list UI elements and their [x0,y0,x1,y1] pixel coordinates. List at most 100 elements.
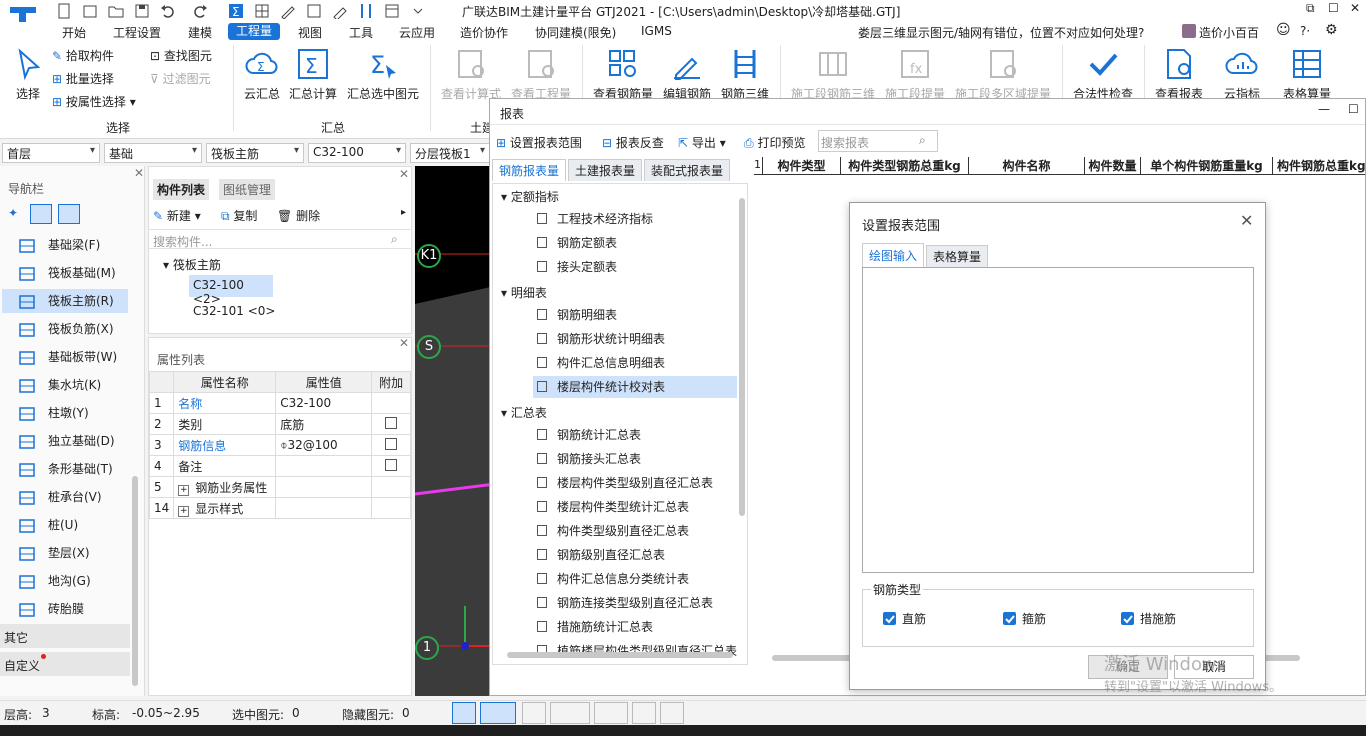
nav-item[interactable]: 独立基础(D) [18,429,115,453]
report-item[interactable]: 楼层构件类型统计汇总表 [533,496,693,518]
close-icon[interactable]: ✕ [399,336,409,350]
search-icon[interactable]: ⌕ [919,133,926,148]
ortho-toggle-icon[interactable] [452,702,476,724]
checkbox-checked-icon[interactable] [883,612,896,625]
nav-view-toggle[interactable]: ✦ [6,204,82,224]
report-item[interactable]: 工程技术经济指标 [533,208,657,230]
table-icon[interactable] [384,3,400,19]
menu-quantity[interactable]: 工程量 [228,23,281,40]
cloud-sum-button[interactable]: Σ 云汇总 [242,47,282,102]
set-range-button[interactable]: ⊞ 设置报表范围 [496,134,582,151]
tab-component-list[interactable]: 构件列表 [153,179,210,200]
tree-group[interactable]: ▾ 定额指标 [501,188,559,205]
nav-item[interactable]: 基础板带(W) [18,345,117,369]
grid-icon[interactable] [254,3,270,19]
sum-calc-button[interactable]: Σ 汇总计算 [288,47,338,102]
prop-value[interactable]: C32-100 [275,392,373,414]
component-select[interactable]: C32-100 [308,143,406,163]
tab-drawing-manage[interactable]: 图纸管理 [219,179,276,200]
tab-prefab-report[interactable]: 装配式报表量 [644,159,731,181]
table-row[interactable]: 5 + 钢筋业务属性 [148,476,411,498]
new-file-icon[interactable] [56,3,72,19]
report-item[interactable]: 楼层构件类型级别直径汇总表 [533,472,717,494]
notice-text[interactable]: 娄层三维显示图元/轴网有错位，位置不对应如何处理? [858,24,1144,41]
menu-modeling[interactable]: 建模 [188,24,212,41]
floor-select[interactable]: 首层 [2,143,100,163]
table-row[interactable]: 3 钢筋信息 ⌽32@100 [148,434,411,456]
nav-item[interactable]: 桩(U) [18,513,78,537]
calc-icon[interactable] [306,3,322,19]
delete-button[interactable]: 🗑 删除 [277,207,320,224]
report-item[interactable]: 钢筋级别直径汇总表 [533,544,669,566]
prop-name[interactable]: + 钢筋业务属性 [173,476,277,498]
rebar-icon[interactable] [358,3,374,19]
offset-toggle-icon[interactable] [594,702,628,724]
select-button[interactable]: 选择 [12,47,44,102]
menu-igms[interactable]: IGMS [641,24,672,38]
batch-select-button[interactable]: ⊞ 批量选择 [52,70,114,87]
report-item[interactable]: 接头定额表 [533,256,621,278]
find-element-button[interactable]: ⊡ 查找图元 [150,47,212,64]
cloud-index-button[interactable]: 云指标 [1222,47,1262,102]
prop-checkbox[interactable] [371,413,411,435]
pick-component-button[interactable]: ✎ 拾取构件 [52,47,114,64]
report-item[interactable]: 钢筋接头汇总表 [533,448,645,470]
more-icon[interactable]: ▸ [401,207,406,218]
tree-group[interactable]: ▾ 汇总表 [501,404,547,421]
tab-draw-input[interactable]: 绘图输入 [862,243,925,267]
type-select[interactable]: 筏板主筋 [206,143,304,163]
close-icon[interactable]: ✕ [1240,211,1253,230]
pin-icon[interactable]: ✦ [8,206,18,220]
search-icon[interactable]: ⌕ [391,232,398,247]
restore-button[interactable]: ⧉ [1306,1,1315,16]
report-item[interactable]: 钢筋形状统计明细表 [533,328,669,350]
legality-check-button[interactable]: 合法性检查 [1072,47,1134,102]
table-row[interactable]: 1 名称 C32-100 [148,392,411,414]
nav-section-custom[interactable]: 自定义 [0,652,130,676]
save-icon[interactable] [134,3,150,19]
menu-project-settings[interactable]: 工程设置 [113,24,161,41]
table-row[interactable]: 14 + 显示样式 [148,497,411,519]
menu-view[interactable]: 视图 [298,24,322,41]
layer-toggle-icon[interactable] [632,702,656,724]
list-view-icon[interactable] [30,204,52,224]
menu-cloud[interactable]: 云应用 [399,24,435,41]
report-search[interactable]: 搜索报表 ⌕ [818,130,938,152]
user-name[interactable]: 造价小百百 [1199,24,1259,41]
table-row[interactable]: 4 备注 [148,455,411,477]
report-item[interactable]: 植筋楼层构件类型级别直径汇总表 [533,640,741,662]
chat-icon[interactable]: ☺ [1276,22,1291,38]
folder-icon[interactable] [108,3,124,19]
tree-hscrollbar[interactable] [507,652,733,658]
cancel-button[interactable]: 取消 [1174,655,1254,679]
detail-view-icon[interactable] [58,204,80,224]
nav-item[interactable]: 地沟(G) [18,569,91,593]
nav-item[interactable]: 筏板基础(M) [18,261,116,285]
nav-scrollbar[interactable] [132,476,138,686]
component-item-selected[interactable]: C32-100 <2> [189,275,273,306]
report-item[interactable]: 楼层构件统计校对表 [533,376,737,398]
nav-item[interactable]: 砖胎膜 [18,597,84,621]
search-input[interactable]: 搜索构件... [153,233,212,250]
open-file-icon[interactable] [82,3,98,19]
expand-icon[interactable]: + [178,505,190,517]
tree-group[interactable]: ▾ 明细表 [501,284,547,301]
category-select[interactable]: 基础 [104,143,202,163]
check-straight[interactable]: 直筋 [883,610,926,627]
select-by-attr-button[interactable]: ⊞ 按属性选择 ▾ [52,93,136,110]
report-item[interactable]: 钢筋明细表 [533,304,621,326]
nav-item[interactable]: 垫层(X) [18,541,90,565]
nav-item[interactable]: 条形基础(T) [18,457,113,481]
check-measure[interactable]: 措施筋 [1121,610,1176,627]
axis-label[interactable]: S [417,335,441,359]
draw-icon[interactable] [280,3,296,19]
nav-item[interactable]: 筏板主筋(R) [2,289,128,313]
report-lookup-button[interactable]: ⊟ 报表反查 [602,134,664,151]
prop-name[interactable]: + 显示样式 [173,497,277,519]
report-item[interactable]: 构件类型级别直径汇总表 [533,520,693,542]
more-icon[interactable] [410,3,426,19]
nav-section-other[interactable]: 其它 [0,624,130,648]
tab-rebar-report[interactable]: 钢筋报表量 [492,159,567,181]
report-item[interactable]: 钢筋定额表 [533,232,621,254]
nav-item[interactable]: 筏板负筋(X) [18,317,114,341]
